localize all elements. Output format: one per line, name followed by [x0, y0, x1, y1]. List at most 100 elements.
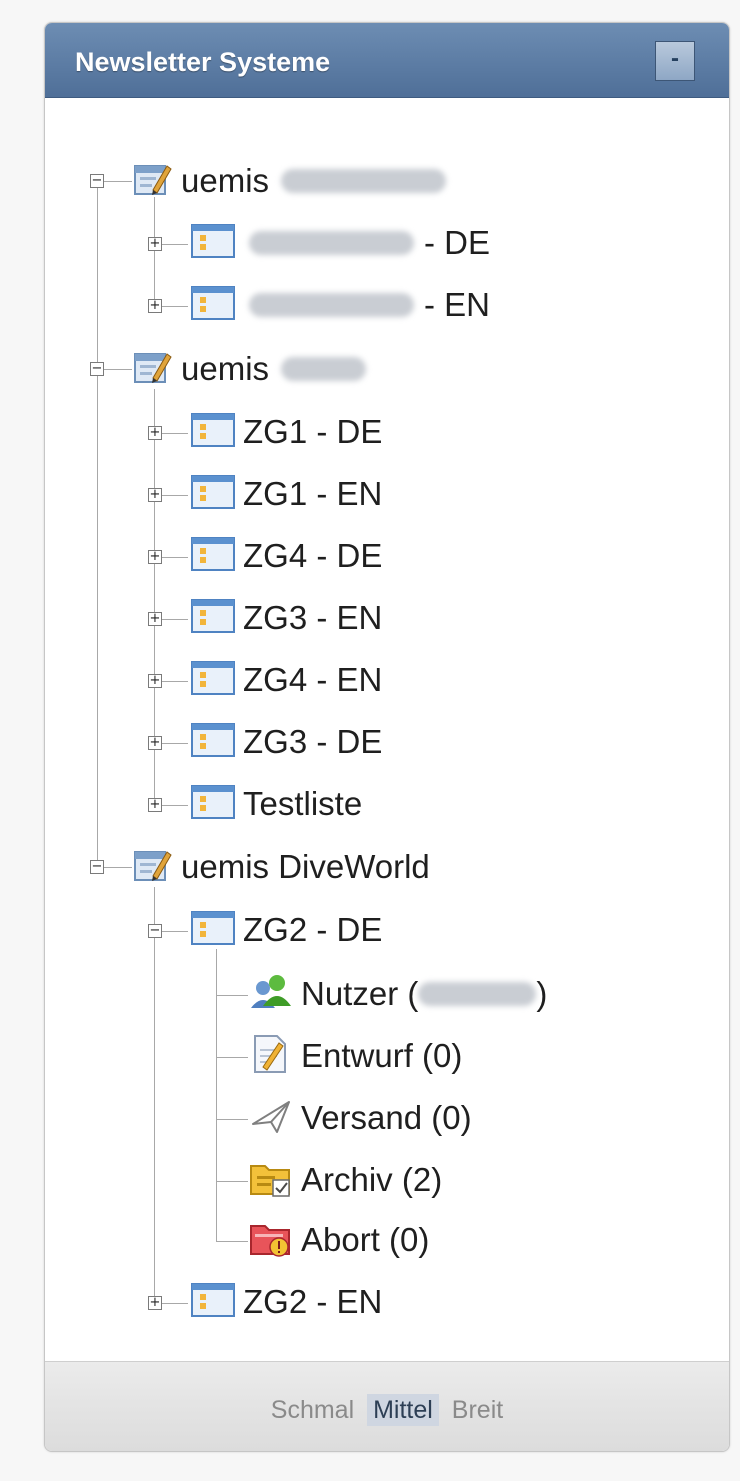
abort-label: Abort (0) [301, 1221, 430, 1258]
list-toggle[interactable]: − [148, 924, 162, 938]
nutzer-item[interactable]: Nutzer ( ) [249, 972, 547, 1016]
tree-group-3[interactable]: uemis DiveWorld [133, 845, 430, 889]
tree-line [162, 931, 188, 932]
tree-group-1[interactable]: uemis [133, 159, 447, 203]
tree-line [104, 181, 132, 182]
list-toggle[interactable]: + [148, 550, 162, 564]
list-window-icon [191, 223, 235, 263]
tree-line [162, 244, 188, 245]
tree-line [162, 306, 188, 307]
nutzer-label-prefix: Nutzer ( [301, 975, 419, 1012]
archiv-label: Archiv (2) [301, 1161, 443, 1198]
tree-line [104, 867, 132, 868]
tree-line [104, 369, 132, 370]
archive-folder-icon [249, 1158, 293, 1203]
list-item-expanded[interactable]: ZG2 - DE [191, 908, 382, 952]
list-window-icon [191, 285, 235, 325]
tree-line [162, 495, 188, 496]
list-label: ZG4 - DE [243, 537, 383, 574]
list-item[interactable]: Testliste [191, 782, 362, 826]
tree-line [216, 995, 248, 996]
edit-folder-icon [133, 160, 173, 203]
list-window-icon [191, 412, 235, 452]
versand-label: Versand (0) [301, 1099, 472, 1136]
list-toggle[interactable]: + [148, 1296, 162, 1310]
list-window-icon [191, 1282, 235, 1322]
tree-line [97, 181, 98, 867]
entwurf-label: Entwurf (0) [301, 1037, 463, 1074]
list-toggle[interactable]: + [148, 426, 162, 440]
list-label: Testliste [243, 785, 363, 822]
list-item[interactable]: ZG3 - EN [191, 596, 382, 640]
newsletter-panel: Newsletter Systeme - − uemis + - DE + - … [44, 22, 730, 1452]
panel-header: Newsletter Systeme - [45, 23, 729, 98]
list-window-icon [191, 722, 235, 762]
list-toggle[interactable]: + [148, 299, 162, 313]
tree-line [162, 681, 188, 682]
list-label: ZG1 - DE [243, 413, 383, 450]
group-toggle[interactable]: − [90, 860, 104, 874]
tree-line [216, 1241, 248, 1242]
versand-item[interactable]: Versand (0) [249, 1096, 472, 1140]
width-option-mittel[interactable]: Mittel [367, 1394, 439, 1426]
list-label: - EN [424, 286, 490, 323]
group-label: uemis DiveWorld [181, 848, 430, 885]
edit-folder-icon [133, 846, 173, 889]
list-toggle[interactable]: + [148, 488, 162, 502]
list-window-icon [191, 660, 235, 700]
tree-line [162, 743, 188, 744]
users-icon [249, 972, 293, 1017]
tree-line [162, 433, 188, 434]
group-toggle[interactable]: − [90, 362, 104, 376]
list-item[interactable]: ZG2 - EN [191, 1280, 382, 1324]
list-item[interactable]: ZG4 - EN [191, 658, 382, 702]
panel-title: Newsletter Systeme [75, 47, 331, 77]
list-item[interactable]: ZG1 - DE [191, 410, 382, 454]
redacted-name [249, 293, 414, 317]
panel-footer: Schmal Mittel Breit [45, 1361, 729, 1451]
list-toggle[interactable]: + [148, 237, 162, 251]
entwurf-item[interactable]: Entwurf (0) [249, 1034, 462, 1078]
list-item[interactable]: - EN [191, 283, 490, 327]
width-option-schmal[interactable]: Schmal [265, 1394, 360, 1426]
collapse-panel-button[interactable]: - [655, 41, 695, 81]
tree-line [216, 1181, 248, 1182]
redacted-count [418, 982, 537, 1006]
nutzer-label-suffix: ) [536, 975, 548, 1012]
archiv-item[interactable]: Archiv (2) [249, 1158, 442, 1202]
abort-item[interactable]: Abort (0) [249, 1218, 429, 1262]
draft-document-icon [249, 1033, 293, 1080]
list-window-icon [191, 598, 235, 638]
tree-line [162, 805, 188, 806]
list-item[interactable]: ZG3 - DE [191, 720, 382, 764]
list-label: ZG2 - EN [243, 1283, 383, 1320]
list-label: ZG3 - DE [243, 723, 383, 760]
paper-plane-icon [249, 1096, 293, 1141]
list-toggle[interactable]: + [148, 674, 162, 688]
list-label: ZG2 - DE [243, 911, 383, 948]
list-toggle[interactable]: + [148, 736, 162, 750]
tree-line [216, 1057, 248, 1058]
group-toggle[interactable]: − [90, 174, 104, 188]
tree-line [154, 197, 155, 309]
width-option-breit[interactable]: Breit [446, 1394, 509, 1426]
list-window-icon [191, 910, 235, 950]
list-window-icon [191, 474, 235, 514]
list-window-icon [191, 536, 235, 576]
abort-folder-icon [249, 1218, 293, 1263]
list-label: ZG4 - EN [243, 661, 383, 698]
tree-group-2[interactable]: uemis [133, 347, 367, 391]
list-item[interactable]: ZG1 - EN [191, 472, 382, 516]
edit-folder-icon [133, 348, 173, 391]
group-label: uemis [181, 162, 270, 199]
list-item[interactable]: ZG4 - DE [191, 534, 382, 578]
list-toggle[interactable]: + [148, 612, 162, 626]
redacted-name [281, 169, 447, 193]
tree-line [154, 887, 155, 1303]
list-toggle[interactable]: + [148, 798, 162, 812]
list-label: ZG3 - EN [243, 599, 383, 636]
list-item[interactable]: - DE [191, 221, 490, 265]
tree-line [162, 1303, 188, 1304]
redacted-name [249, 231, 414, 255]
tree-line [162, 619, 188, 620]
